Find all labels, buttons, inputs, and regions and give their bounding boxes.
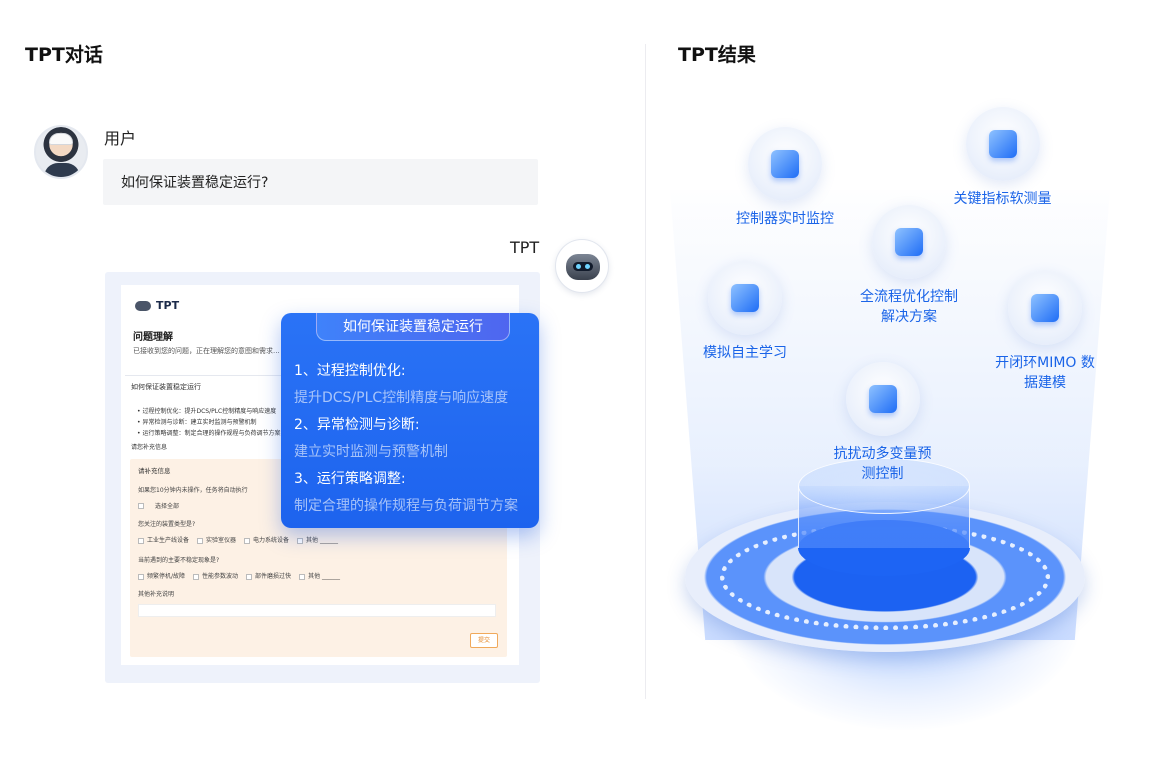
option-label: 其他 ______ — [308, 573, 340, 580]
select-all-label: 选择全部 — [155, 503, 180, 510]
section-divider — [645, 44, 646, 699]
q2-option[interactable]: 频繁停机/故障 — [138, 571, 185, 580]
form-q1: 您关注的装置类型是? — [138, 519, 195, 528]
node-predictive-control: 抗扰动多变量预 测控制 — [820, 362, 945, 484]
icon-shape — [868, 385, 897, 413]
node-mimo-modeling: 开闭环MIMO 数 据建模 — [985, 271, 1105, 393]
option-label: 部件磨损过快 — [255, 573, 292, 580]
q1-options: 工业生产线设备 实验室仪器 电力系统设备 其他 ______ — [138, 535, 338, 544]
checkbox[interactable] — [193, 573, 200, 580]
icon-shape — [988, 130, 1017, 158]
select-all-checkbox[interactable] — [138, 502, 144, 509]
doc-logo: TPT — [135, 299, 179, 312]
icon-shape — [895, 228, 923, 256]
trend-chart-icon — [845, 362, 920, 436]
option-label: 其他 ______ — [306, 537, 338, 544]
presentation-icon — [872, 205, 946, 279]
monitor-upload-icon — [748, 127, 822, 201]
node-simulated-learning: 模拟自主学习 — [690, 261, 800, 363]
q3-label: 其他补充说明 — [138, 591, 175, 598]
q2-options: 频繁停机/故障 性能参数波动 部件磨损过快 其他 ______ — [138, 571, 340, 580]
answer-popup: 如何保证装置稳定运行 1、过程控制优化: 提升DCS/PLC控制精度与响应速度 … — [281, 313, 539, 528]
node-label: 开闭环MIMO 数 据建模 — [995, 355, 1095, 391]
q2-option[interactable]: 其他 ______ — [299, 571, 340, 580]
user-name: 用户 — [104, 129, 137, 148]
doc-section-title: 问题理解 — [133, 332, 173, 343]
supplement-input[interactable] — [138, 604, 496, 617]
popup-item-heading: 2、异常检测与诊断: — [294, 417, 420, 433]
q2-option[interactable]: 性能参数波动 — [193, 571, 238, 580]
option-label: 频繁停机/故障 — [147, 573, 186, 580]
popup-item-detail: 提升DCS/PLC控制精度与响应速度 — [294, 390, 509, 406]
q1-option[interactable]: 工业生产线设备 — [138, 535, 189, 544]
checkbox[interactable] — [197, 537, 204, 544]
q1-option[interactable]: 其他 ______ — [297, 535, 338, 544]
option-label: 性能参数波动 — [202, 573, 239, 580]
node-soft-measurement: 关键指标软测量 — [935, 107, 1070, 209]
q2-label: 当前遇到的主要不稳定现象是? — [138, 557, 220, 564]
doc-box-heading: 如何保证装置稳定运行 — [131, 383, 201, 391]
doc-section-sub: 已接收到您的问题，正在理解您的意图和需求... — [133, 347, 280, 355]
avatar-body — [44, 163, 80, 177]
popup-item-detail: 建立实时监测与预警机制 — [294, 444, 448, 460]
checkbox[interactable] — [297, 537, 304, 544]
robot-icon — [135, 300, 151, 311]
icon-shape — [731, 284, 759, 312]
form-title: 请补充信息 — [138, 467, 171, 475]
q1-option[interactable]: 电力系统设备 — [244, 535, 289, 544]
robot-eyes-icon — [573, 262, 593, 271]
doc-more-label: 请您补充信息 — [131, 444, 168, 451]
cube-icon — [708, 261, 782, 335]
user-avatar — [34, 125, 88, 179]
doc-bullet: • 运行策略调整：制定合理的操作规程与负荷调节方案 — [137, 430, 281, 437]
q2-option[interactable]: 部件磨损过快 — [246, 571, 291, 580]
checkbox[interactable] — [246, 573, 253, 580]
doc-bullet: • 过程控制优化：提升DCS/PLC控制精度与响应速度 — [137, 408, 277, 415]
checkbox[interactable] — [299, 573, 306, 580]
form-timeout-note: 如果您10分钟内未操作，任务将自动执行 — [138, 485, 248, 494]
node-full-process-optimization: 全流程优化控制 解决方案 — [845, 205, 973, 327]
popup-title: 如何保证装置稳定运行 — [316, 313, 510, 341]
user-message: 如何保证装置稳定运行? — [103, 159, 538, 205]
q1-option[interactable]: 实验室仪器 — [197, 535, 236, 544]
select-all-row[interactable]: 选择全部 — [138, 501, 179, 510]
dashboard-icon — [965, 107, 1040, 181]
doc-bullet: • 异常检测与诊断：建立实时监测与预警机制 — [137, 419, 257, 426]
form-q2: 当前遇到的主要不稳定现象是? — [138, 555, 219, 564]
popup-item-heading: 3、运行策略调整: — [294, 471, 406, 487]
submit-button[interactable]: 提交 — [470, 633, 498, 648]
checkbox[interactable] — [138, 573, 144, 580]
doc-logo-text: TPT — [156, 299, 180, 312]
popup-item-heading: 1、过程控制优化: — [294, 363, 406, 379]
chart-scatter-icon — [1008, 271, 1082, 345]
checkbox[interactable] — [244, 537, 251, 544]
icon-shape — [1031, 294, 1059, 322]
assistant-name: TPT — [510, 238, 540, 257]
option-label: 实验室仪器 — [206, 537, 237, 544]
form-q3: 其他补充说明 — [138, 589, 174, 598]
option-label: 电力系统设备 — [253, 537, 290, 544]
node-label: 控制器实时监控 — [736, 211, 834, 227]
helmet-icon — [49, 133, 73, 145]
robot-avatar — [555, 239, 609, 293]
icon-shape — [771, 150, 799, 178]
left-section-title: TPT对话 — [25, 44, 103, 66]
node-label: 模拟自主学习 — [703, 345, 787, 361]
popup-item-detail: 制定合理的操作规程与负荷调节方案 — [294, 498, 518, 514]
option-label: 工业生产线设备 — [147, 537, 190, 544]
timeout-text: 如果您10分钟内未操作，任务将自动执行 — [138, 487, 248, 494]
checkbox[interactable] — [138, 537, 144, 544]
node-controller-monitor: 控制器实时监控 — [720, 127, 850, 229]
q1-label: 您关注的装置类型是? — [138, 521, 196, 528]
node-label: 抗扰动多变量预 测控制 — [833, 446, 932, 482]
right-section-title: TPT结果 — [678, 44, 756, 66]
doc-bullets: • 过程控制优化：提升DCS/PLC控制精度与响应速度 • 异常检测与诊断：建立… — [137, 406, 280, 439]
node-label: 全流程优化控制 解决方案 — [860, 289, 958, 325]
